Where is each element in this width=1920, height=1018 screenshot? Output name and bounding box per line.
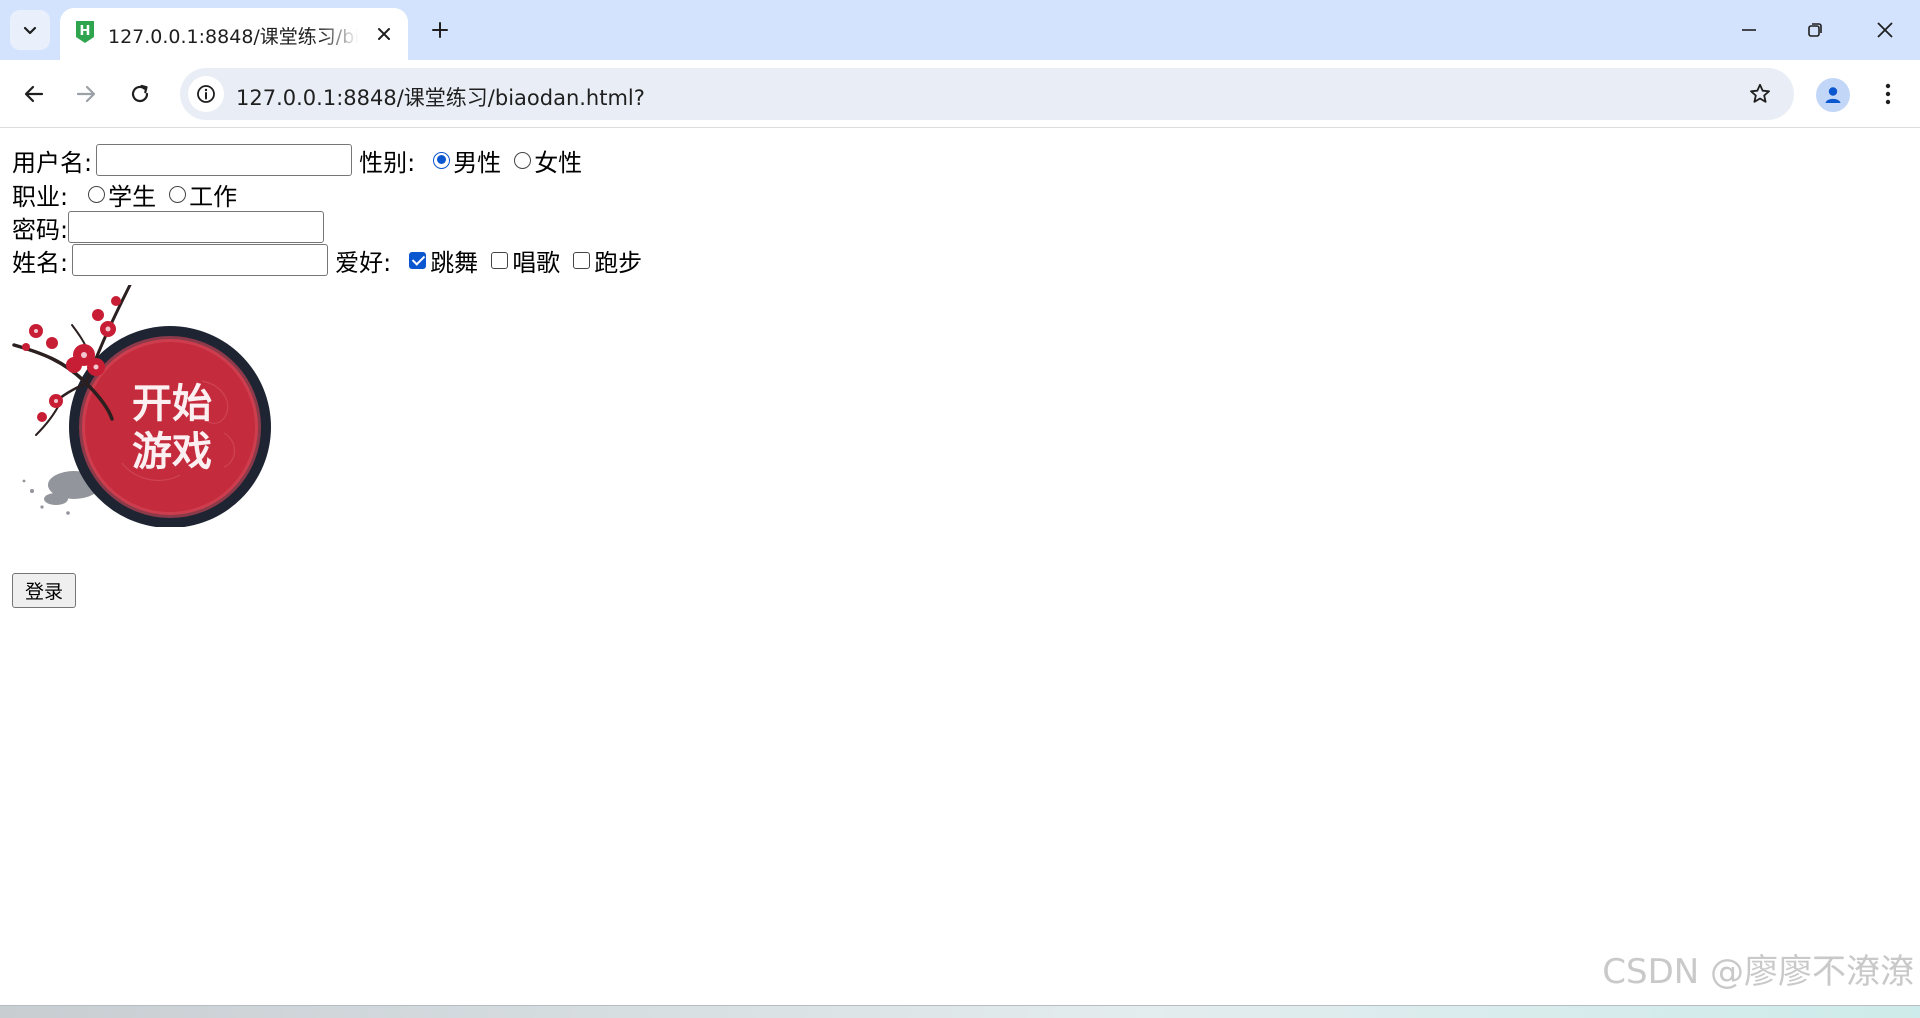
job-option-student[interactable]: 学生 (88, 177, 156, 212)
page-content: 用户名: 性别: 男性 女性 职业: 学生 工作 密码: 姓名: 爱好: 跳舞 … (0, 129, 1920, 1005)
gender-option-male[interactable]: 男性 (433, 143, 501, 178)
tab-search-button[interactable] (10, 10, 50, 50)
url-text[interactable]: 127.0.0.1:8848/课堂练习/biaodan.html? (236, 82, 645, 112)
start-game-text-line2: 游戏 (132, 428, 212, 475)
profile-button[interactable] (1816, 78, 1850, 112)
username-input[interactable] (96, 144, 353, 176)
radio-male[interactable] (433, 151, 451, 169)
radio-female[interactable] (514, 151, 532, 169)
job-student-label: 学生 (108, 182, 157, 211)
csdn-watermark: CSDN @廖廖不潦潦 (1602, 952, 1914, 992)
job-label: 职业: (12, 182, 69, 211)
hobby-sing-label: 唱歌 (512, 248, 561, 277)
hobby-option-dance[interactable]: 跳舞 (409, 243, 478, 278)
job-option-work[interactable]: 工作 (169, 177, 237, 212)
start-game-text-line1: 开始 (132, 380, 212, 427)
password-label: 密码: (12, 215, 69, 244)
address-bar[interactable]: 127.0.0.1:8848/课堂练习/biaodan.html? (180, 68, 1794, 120)
hobby-run-label: 跑步 (594, 248, 643, 277)
site-info-button[interactable] (188, 76, 224, 112)
start-game-image-button[interactable]: 开始 游戏 (12, 285, 280, 527)
reload-icon (131, 84, 149, 103)
hobby-option-sing[interactable]: 唱歌 (491, 243, 560, 278)
name-input[interactable] (72, 244, 329, 276)
close-icon (1877, 22, 1893, 38)
arrow-right-icon (76, 85, 96, 103)
row-name-hobby: 姓名: 爱好: 跳舞 唱歌 跑步 (12, 243, 642, 277)
name-label: 姓名: (12, 248, 69, 277)
bookmark-button[interactable] (1744, 78, 1776, 110)
tab-strip: H 127.0.0.1:8848/课堂练习/biaodan.html? (0, 0, 1920, 60)
browser-toolbar: 127.0.0.1:8848/课堂练习/biaodan.html? (0, 60, 1920, 128)
svg-text:H: H (80, 24, 91, 39)
gender-male-label: 男性 (453, 148, 502, 177)
hobby-label: 爱好: (335, 248, 392, 277)
star-icon (1750, 83, 1770, 103)
row-password: 密码: (12, 210, 325, 244)
arrow-left-icon (24, 85, 44, 103)
username-label: 用户名: (12, 148, 93, 177)
taskbar-edge (0, 1005, 1920, 1018)
login-button[interactable]: 登录 (12, 573, 76, 608)
forward-button[interactable] (64, 72, 108, 116)
active-tab[interactable]: H 127.0.0.1:8848/课堂练习/biaodan.html? (60, 8, 408, 60)
gender-option-female[interactable]: 女性 (514, 143, 582, 178)
checkbox-sing[interactable] (491, 251, 509, 269)
avatar-icon (1825, 87, 1841, 103)
tab-title: 127.0.0.1:8848/课堂练习/biaodan.html? (108, 26, 358, 48)
new-tab-button[interactable] (424, 14, 456, 46)
job-work-label: 工作 (189, 182, 238, 211)
gender-female-label: 女性 (534, 148, 583, 177)
plus-icon (432, 22, 448, 38)
checkbox-run[interactable] (573, 251, 591, 269)
menu-button[interactable] (1870, 76, 1906, 112)
radio-student[interactable] (88, 185, 106, 203)
checkbox-dance[interactable] (409, 251, 427, 269)
info-icon (197, 85, 215, 103)
minimize-button[interactable] (1726, 10, 1772, 50)
more-vertical-icon (1885, 83, 1891, 105)
reload-button[interactable] (118, 72, 162, 116)
row-occupation: 职业: 学生 工作 (12, 177, 237, 211)
hobby-option-run[interactable]: 跑步 (573, 243, 642, 278)
restore-button[interactable] (1792, 10, 1838, 50)
hbuilder-favicon-icon: H (76, 21, 94, 43)
restore-icon (1808, 23, 1822, 37)
close-icon (378, 28, 390, 40)
password-input[interactable] (68, 211, 325, 243)
back-button[interactable] (12, 72, 56, 116)
close-window-button[interactable] (1862, 10, 1908, 50)
hobby-dance-label: 跳舞 (430, 248, 479, 277)
gender-label: 性别: (359, 148, 416, 177)
row-username-gender: 用户名: 性别: 男性 女性 (12, 143, 582, 177)
radio-work[interactable] (169, 185, 187, 203)
tab-close-button[interactable] (370, 20, 398, 48)
chevron-down-icon (23, 26, 37, 35)
minimize-icon (1742, 29, 1756, 31)
